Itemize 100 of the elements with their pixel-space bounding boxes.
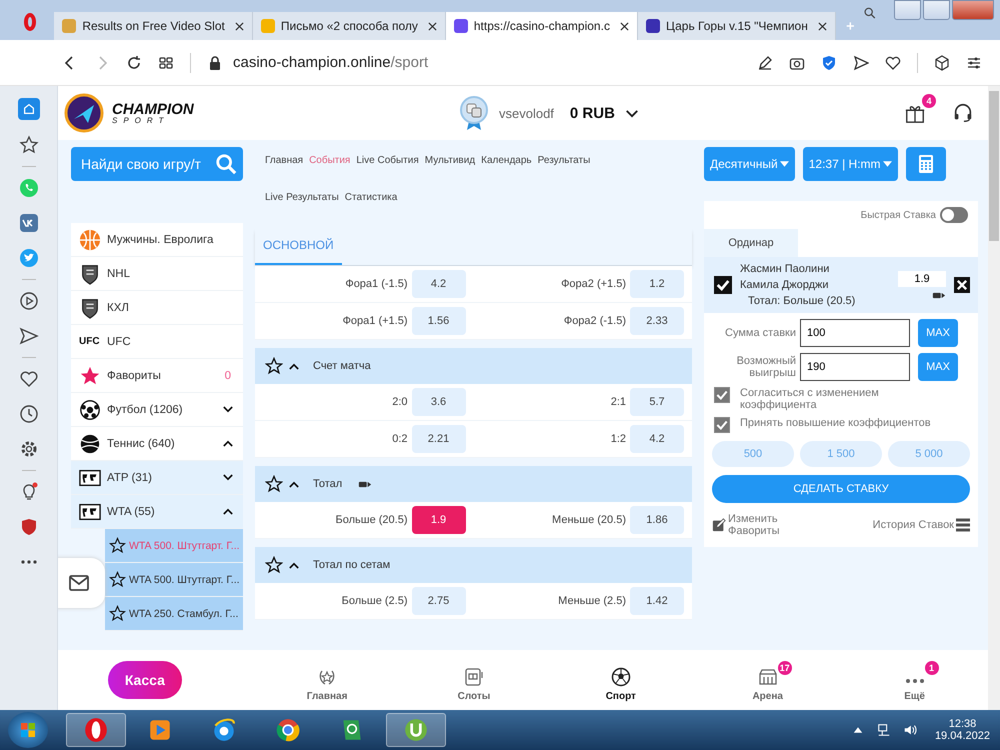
mail-button[interactable]: [58, 558, 105, 608]
grid-icon[interactable]: [158, 54, 174, 70]
close-button[interactable]: [954, 277, 970, 293]
nav-item[interactable]: 17 Арена: [694, 658, 842, 702]
browser-tab[interactable]: Царь Горы v.15 "Чемпион: [638, 12, 836, 40]
chevron-up-icon[interactable]: [223, 440, 233, 447]
stake-field[interactable]: 100: [800, 319, 910, 347]
bet-history-link[interactable]: История Ставок: [872, 518, 970, 532]
checkbox[interactable]: [714, 276, 732, 294]
volume-icon[interactable]: [902, 723, 917, 737]
edit-icon[interactable]: [757, 54, 773, 70]
calculator-button[interactable]: [906, 147, 946, 181]
odds-button[interactable]: 1.42: [630, 587, 684, 615]
chevron-up-icon[interactable]: [289, 562, 299, 568]
star-icon[interactable]: [109, 571, 126, 588]
star-icon[interactable]: [109, 605, 126, 622]
sidebar-item[interactable]: Мужчины. Евролига: [71, 223, 243, 257]
quick-bet-toggle[interactable]: [940, 207, 968, 223]
nav-link[interactable]: Главная: [265, 155, 304, 166]
nav-item[interactable]: Спорт: [547, 658, 694, 702]
market-header[interactable]: Тотал: [255, 466, 692, 502]
sidebar-item[interactable]: WTA 500. Штутгарт. Г...: [105, 563, 243, 597]
odds-button[interactable]: 2.33: [630, 307, 684, 335]
address-field[interactable]: casino-champion.online/sport: [233, 54, 428, 71]
cube-icon[interactable]: [934, 54, 950, 70]
odds-button[interactable]: 1.9: [412, 506, 466, 534]
sidebar-item[interactable]: КХЛ: [71, 291, 243, 325]
sidebar-item[interactable]: WTA (55): [71, 495, 243, 529]
cashier-button[interactable]: Касса: [108, 661, 182, 699]
browser-logo-icon[interactable]: [24, 13, 36, 31]
close-icon[interactable]: [620, 22, 629, 30]
balance[interactable]: 0 RUB: [570, 104, 615, 122]
odds-button[interactable]: 1.56: [412, 307, 466, 335]
chevron-up-icon[interactable]: [289, 480, 299, 488]
nav-item[interactable]: Главная: [254, 658, 401, 702]
payout-field[interactable]: 190: [800, 353, 910, 381]
settings-icon[interactable]: [966, 54, 982, 70]
nav-link[interactable]: Результаты: [538, 155, 590, 166]
checkbox[interactable]: [714, 387, 730, 403]
avatar-icon[interactable]: [459, 95, 489, 131]
star-icon[interactable]: [265, 475, 283, 493]
home-icon[interactable]: [18, 98, 40, 120]
browser-tab[interactable]: https://casino-champion.c: [446, 12, 638, 40]
odds-button[interactable]: 2.75: [412, 587, 466, 615]
chevron-up-icon[interactable]: [223, 508, 233, 515]
nav-link[interactable]: Live События: [356, 155, 419, 166]
bird-icon[interactable]: [18, 248, 38, 268]
checkbox[interactable]: [714, 417, 730, 433]
sidebar-item[interactable]: Фавориты 0: [71, 359, 243, 393]
nav-item[interactable]: Слоты: [400, 658, 548, 702]
sidebar-item[interactable]: UFC UFC: [71, 325, 243, 359]
nav-link[interactable]: Статистика: [344, 192, 398, 203]
nav-link[interactable]: Мультивид: [424, 155, 476, 166]
star-icon[interactable]: [265, 556, 283, 574]
star-icon[interactable]: [18, 135, 38, 155]
odds-button[interactable]: 1.2: [630, 270, 684, 298]
shield-icon[interactable]: [821, 54, 837, 70]
browser-tab[interactable]: Письмо «2 способа полу: [252, 12, 446, 40]
search-icon[interactable]: [864, 5, 876, 21]
start-button[interactable]: [8, 712, 48, 748]
odds-button[interactable]: 4.2: [630, 425, 684, 453]
username[interactable]: vsevolodf: [499, 106, 554, 120]
scrollbar-thumb[interactable]: [989, 91, 999, 241]
edit-favorites-link[interactable]: Изменить Фавориты: [712, 513, 788, 537]
browser-tab[interactable]: Results on Free Video Slot: [54, 12, 253, 40]
sidebar-item[interactable]: Теннис (640): [71, 427, 243, 461]
odds-button[interactable]: 4.2: [412, 270, 466, 298]
star-icon[interactable]: [265, 357, 283, 375]
taskbar-app[interactable]: [66, 713, 126, 747]
heart-icon[interactable]: [885, 54, 901, 70]
chevron-down-icon[interactable]: [223, 474, 233, 481]
sidebar-item[interactable]: WTA 250. Стамбул. Г...: [105, 597, 243, 631]
chevron-down-icon[interactable]: [624, 108, 639, 118]
reload-icon[interactable]: [126, 54, 142, 70]
nav-link[interactable]: Календарь: [481, 155, 532, 166]
window-controls[interactable]: [894, 0, 994, 20]
logo-icon[interactable]: [64, 93, 104, 133]
nav-link[interactable]: Live Результаты: [265, 192, 339, 203]
odds-button[interactable]: 5.7: [630, 388, 684, 416]
sidebar-item[interactable]: ATP (31): [71, 461, 243, 495]
sidebar-item[interactable]: Футбол (1206): [71, 393, 243, 427]
send-icon[interactable]: [853, 54, 869, 70]
player-icon[interactable]: [18, 291, 38, 311]
chevron-down-icon[interactable]: [223, 406, 233, 413]
send-icon[interactable]: [18, 326, 38, 346]
chevron-up-icon[interactable]: [289, 362, 299, 370]
clock-icon[interactable]: [18, 404, 38, 424]
odds-button[interactable]: 3.6: [412, 388, 466, 416]
close-icon[interactable]: [428, 22, 437, 30]
sidebar-item[interactable]: NHL: [71, 257, 243, 291]
heart-icon[interactable]: [18, 369, 38, 389]
odds-button[interactable]: 2.21: [412, 425, 466, 453]
market-header[interactable]: Тотал по сетам: [255, 547, 692, 583]
market-header[interactable]: Счет матча: [255, 348, 692, 384]
odds-button[interactable]: 1.86: [630, 506, 684, 534]
settings-icon[interactable]: [18, 439, 38, 459]
nav-item[interactable]: 1 Ещё: [841, 658, 988, 702]
taskbar-app[interactable]: [386, 713, 446, 747]
tab[interactable]: Ординар: [704, 229, 798, 257]
star-icon[interactable]: [109, 537, 126, 554]
